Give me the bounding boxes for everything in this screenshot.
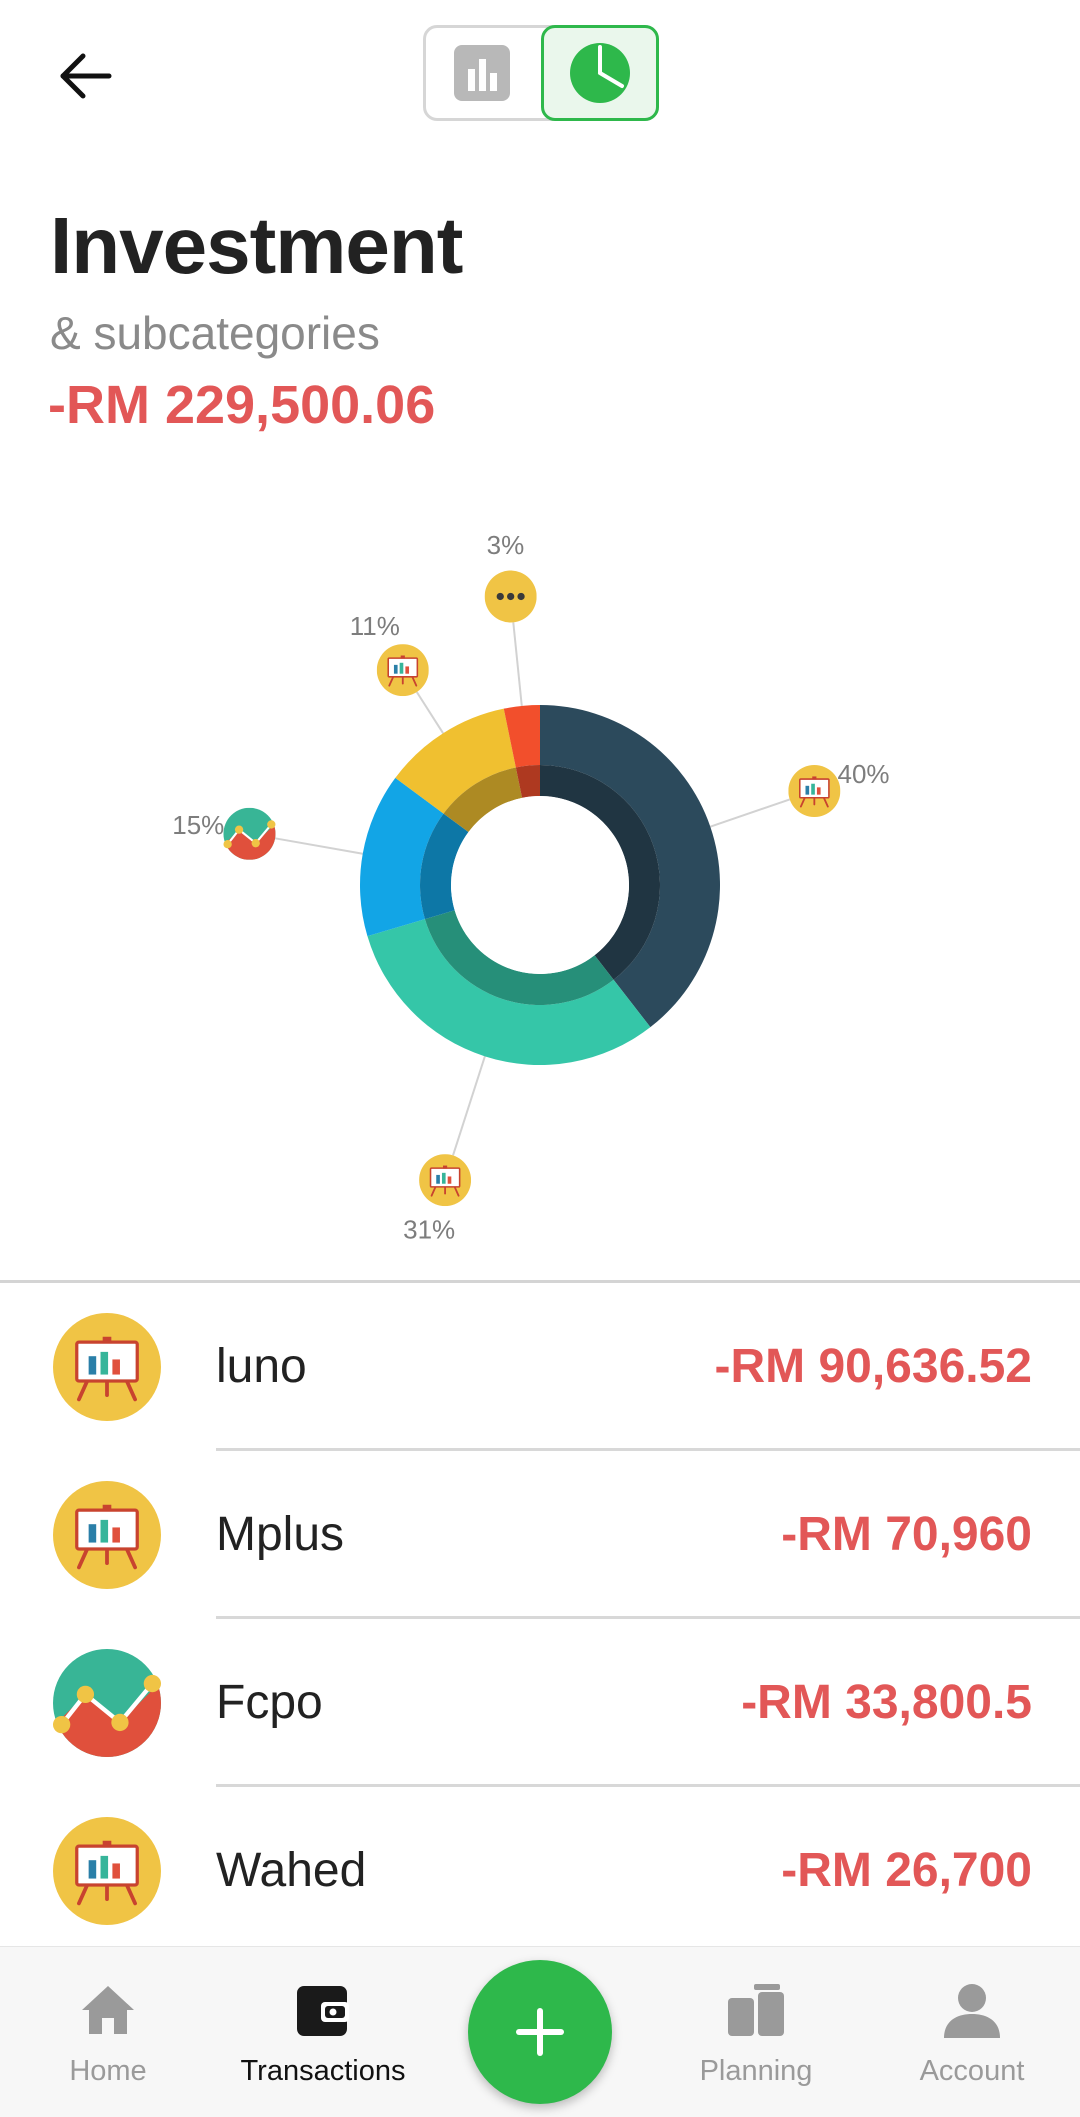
list-item-name: Mplus [216, 1508, 345, 1561]
page-subtitle: & subcategories [50, 307, 380, 359]
list-item-name: Wahed [216, 1844, 367, 1897]
pie-chart-toggle[interactable] [541, 25, 659, 121]
wallet-icon [297, 1986, 349, 2036]
plus-icon [516, 2008, 564, 2056]
leader-line-wahed [415, 691, 444, 734]
presentation-board-icon [788, 765, 841, 818]
nav-home[interactable]: Home [8, 1947, 208, 2117]
home-icon [82, 1986, 134, 2034]
trend-chart-icon [223, 808, 275, 860]
list-item-fcpo[interactable]: Fcpo -RM 33,800.5 [0, 1619, 1080, 1787]
trend-chart-icon [53, 1649, 161, 1757]
total-amount: -RM 229,500.06 [48, 375, 436, 435]
donut-hole [451, 796, 629, 974]
list-item-amount: -RM 70,960 [781, 1508, 1032, 1561]
page-title: Investment [50, 201, 463, 290]
nav-planning-label: Planning [699, 2055, 813, 2087]
nav-home-label: Home [69, 2055, 147, 2087]
planning-icon [728, 1984, 784, 2036]
presentation-board-icon [53, 1313, 161, 1421]
category-donut-chart: 40% 31% 15% 11% 3% [172, 530, 890, 1245]
leader-line-mplus [452, 1056, 486, 1156]
subcategory-list: luno -RM 90,636.52 Mplus -RM 70,960 Fcpo… [0, 1283, 1080, 1955]
nav-account-label: Account [919, 2055, 1025, 2087]
leader-line-other [512, 622, 523, 707]
back-button[interactable] [40, 36, 130, 116]
pie-chart-icon [570, 43, 630, 103]
percent-label-wahed: 11% [350, 611, 400, 641]
add-transaction-button[interactable] [468, 1960, 612, 2104]
nav-transactions-label: Transactions [240, 2055, 406, 2087]
chart-type-toggle [423, 25, 659, 121]
list-item-luno[interactable]: luno -RM 90,636.52 [0, 1283, 1080, 1451]
presentation-board-icon [53, 1481, 161, 1589]
list-item-mplus[interactable]: Mplus -RM 70,960 [0, 1451, 1080, 1619]
percent-label-other: 3% [487, 530, 525, 560]
percent-label-fcpo: 15% [172, 810, 224, 840]
list-item-name: Fcpo [216, 1676, 323, 1729]
bar-chart-toggle[interactable] [423, 25, 541, 121]
list-item-amount: -RM 26,700 [781, 1844, 1032, 1897]
list-item-amount: -RM 90,636.52 [714, 1340, 1032, 1393]
arrow-left-icon [60, 53, 112, 99]
presentation-board-icon [376, 644, 429, 697]
account-icon [944, 1984, 1000, 2038]
bar-chart-icon [454, 45, 510, 101]
list-item-wahed[interactable]: Wahed -RM 26,700 [0, 1787, 1080, 1955]
list-item-amount: -RM 33,800.5 [741, 1676, 1032, 1729]
list-item-name: luno [216, 1340, 307, 1393]
percent-label-luno: 40% [838, 759, 890, 789]
nav-account[interactable]: Account [872, 1947, 1072, 2117]
more-dots-icon [484, 570, 537, 623]
leader-line-luno [709, 798, 791, 828]
leader-line-fcpo [274, 837, 363, 855]
presentation-board-icon [53, 1817, 161, 1925]
nav-planning[interactable]: Planning [656, 1947, 856, 2117]
presentation-board-icon [419, 1154, 472, 1207]
percent-label-mplus: 31% [403, 1215, 455, 1245]
nav-transactions[interactable]: Transactions [223, 1947, 423, 2117]
